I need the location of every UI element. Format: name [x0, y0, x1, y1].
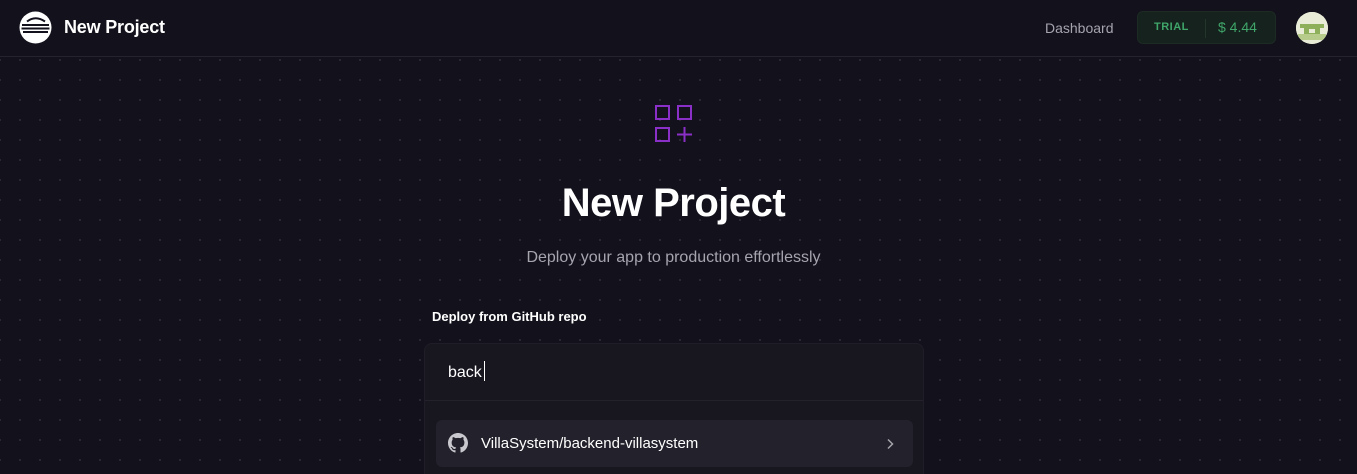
grid-plus-icon — [654, 104, 694, 144]
dashboard-link[interactable]: Dashboard — [1045, 20, 1114, 36]
trial-amount: $ 4.44 — [1218, 19, 1257, 35]
repo-search-panel: VillaSystem/backend-villasystem — [424, 343, 924, 474]
text-caret — [484, 361, 485, 381]
railway-logo-icon[interactable] — [19, 11, 52, 44]
trial-badge: TRIAL — [1154, 21, 1189, 33]
page-title: New Project — [561, 181, 786, 225]
trial-divider — [1205, 19, 1206, 38]
top-bar: New Project Dashboard TRIAL $ 4.44 — [0, 0, 1357, 57]
repo-name: VillaSystem/backend-villasystem — [481, 435, 699, 452]
avatar[interactable] — [1296, 12, 1328, 44]
repo-search-input[interactable] — [425, 344, 923, 400]
page-subtitle: Deploy your app to production effortless… — [526, 249, 821, 266]
project-title: New Project — [64, 17, 165, 37]
github-icon — [448, 433, 468, 453]
deploy-section-label: Deploy from GitHub repo — [432, 309, 587, 324]
trial-credit-box[interactable]: TRIAL $ 4.44 — [1137, 11, 1276, 44]
chevron-right-icon — [884, 437, 896, 450]
panel-divider — [425, 400, 923, 401]
repo-list-item[interactable]: VillaSystem/backend-villasystem — [436, 420, 913, 467]
